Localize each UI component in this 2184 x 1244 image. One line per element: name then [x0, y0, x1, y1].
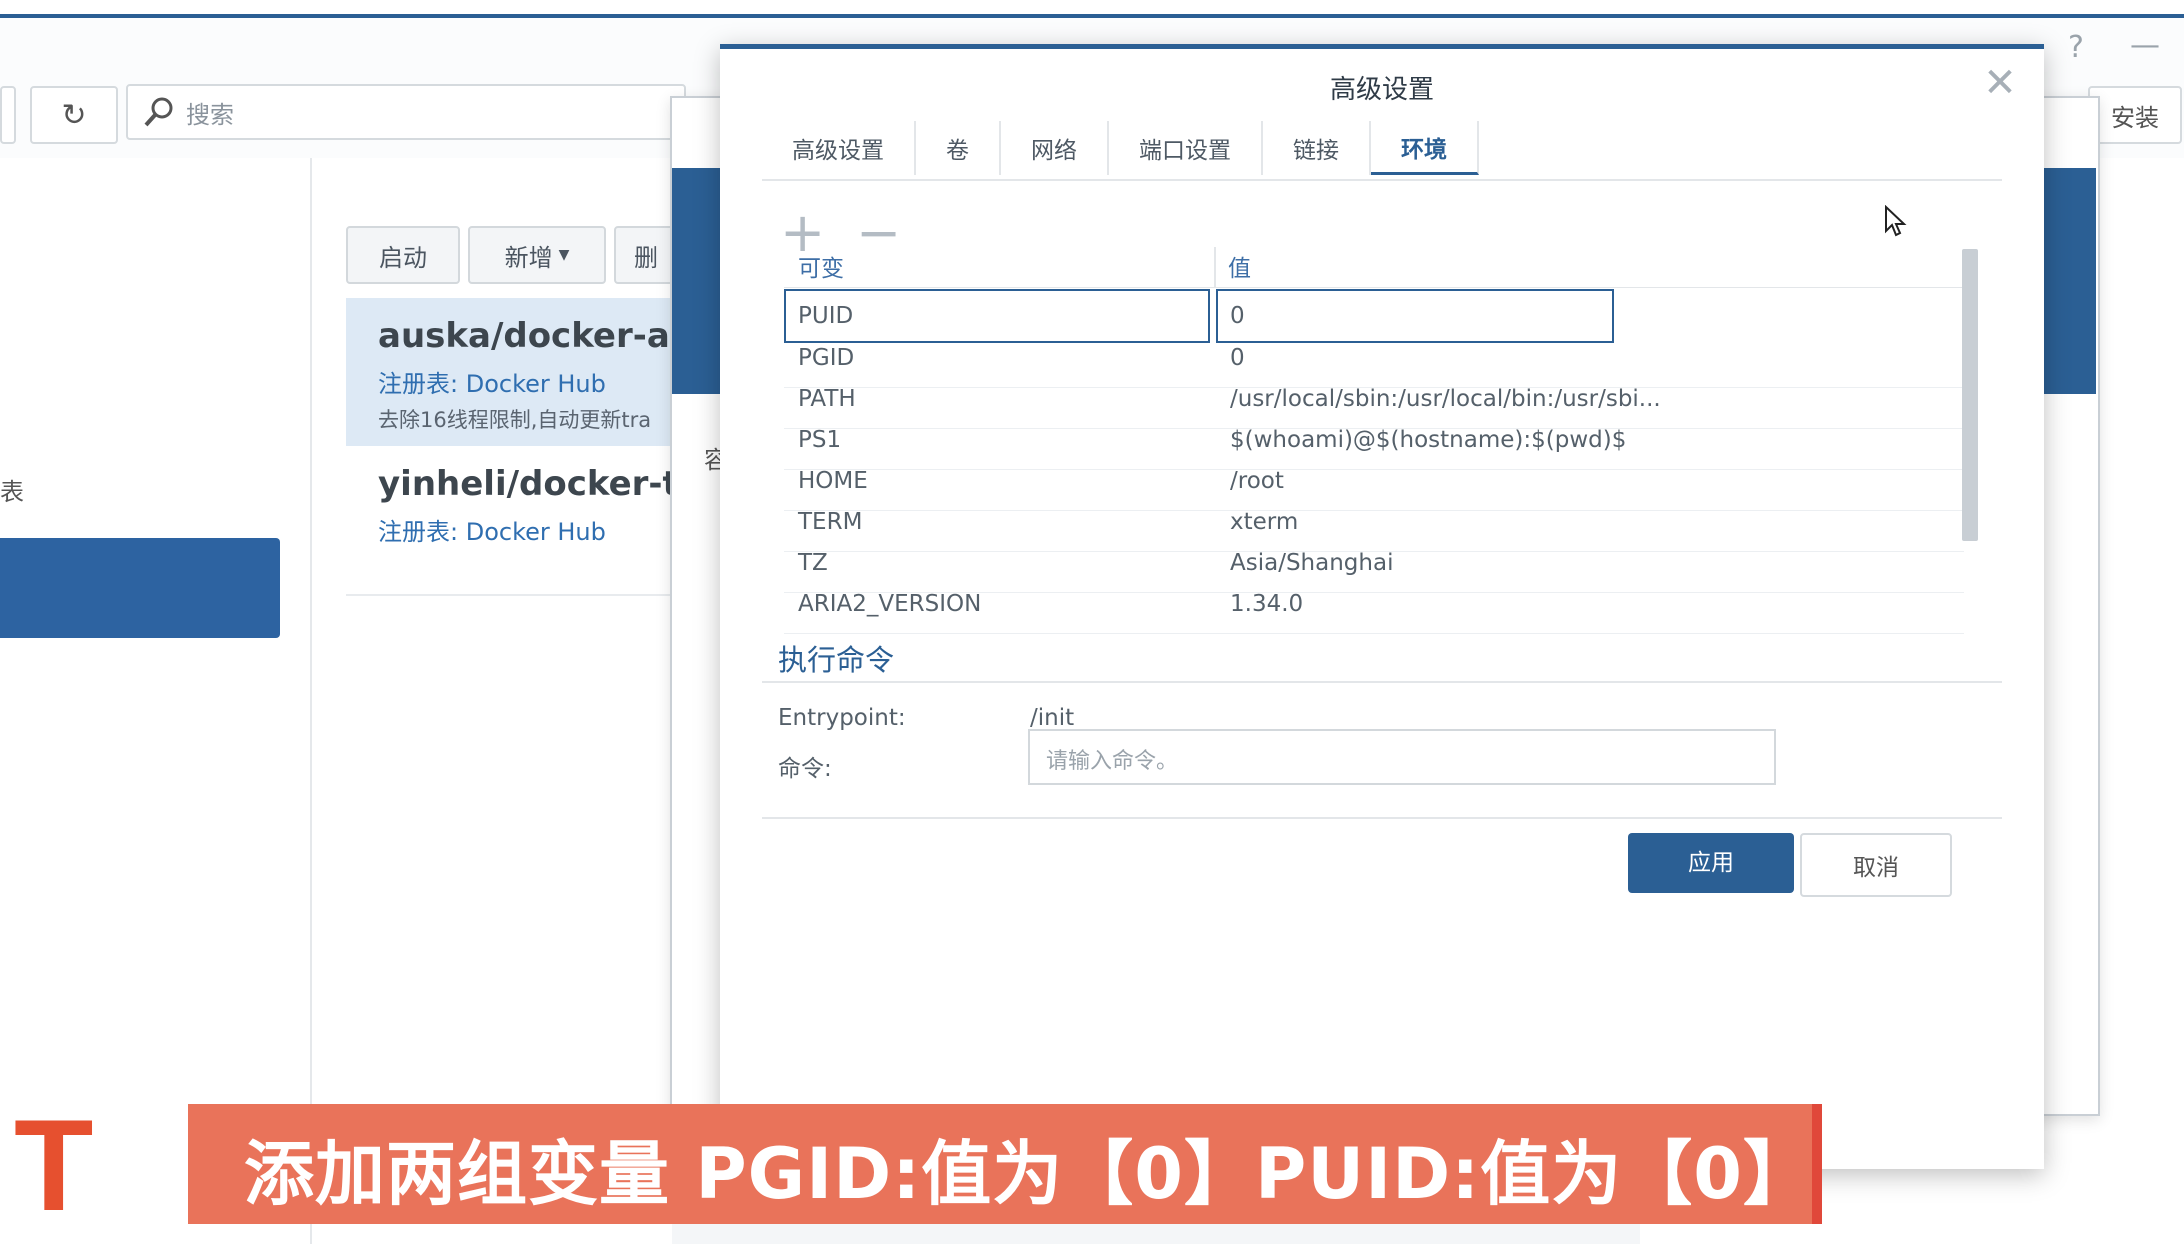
apply-button-label: 应用	[1688, 850, 1734, 876]
list-item[interactable]: yinheli/docker-th 注册表: Docker Hub	[346, 446, 676, 596]
env-key: PGID	[798, 345, 855, 371]
column-header-value[interactable]: 值	[1228, 249, 1251, 283]
footer-divider	[762, 817, 2002, 819]
tab-advanced[interactable]: 高级设置	[762, 121, 916, 175]
mouse-cursor-icon	[1885, 205, 1907, 237]
entrypoint-value: /init	[1030, 705, 1075, 731]
image-registry: 注册表: Docker Hub	[378, 370, 606, 398]
command-input[interactable]: 请输入命令。	[1028, 729, 1776, 785]
image-description: 去除16线程限制,自动更新tra	[378, 408, 652, 432]
sidebar-item-selected[interactable]	[0, 538, 280, 638]
chevron-down-icon: ▼	[558, 247, 570, 263]
search-icon	[144, 97, 173, 127]
top-bar	[0, 0, 2184, 18]
refresh-button[interactable]: ↻	[30, 86, 118, 144]
env-value: /root	[1230, 468, 1284, 494]
tab-network[interactable]: 网络	[1001, 121, 1109, 175]
advanced-settings-dialog: 高级设置 ✕ 高级设置 卷 网络 端口设置 链接 环境 + − 可变 值 PUI…	[720, 44, 2044, 1169]
tab-bar: 高级设置 卷 网络 端口设置 链接 环境	[762, 121, 1479, 177]
delete-button[interactable]: 删	[614, 226, 678, 284]
env-key: PATH	[798, 386, 856, 412]
section-divider	[762, 681, 2002, 683]
start-button[interactable]: 启动	[346, 226, 460, 284]
entrypoint-label: Entrypoint:	[778, 705, 906, 731]
dialog-title: 高级设置	[1329, 75, 1434, 105]
table-row[interactable]: ARIA2_VERSION 1.34.0	[784, 577, 1964, 634]
search-input[interactable]: 搜索	[126, 84, 686, 140]
env-value: 0	[1230, 345, 1245, 371]
caption-banner: 添加两组变量 PGID:值为【0】PUID:值为【0】	[188, 1104, 1822, 1224]
cancel-button[interactable]: 取消	[1800, 833, 1952, 897]
list-item[interactable]: auska/docker-ar 注册表: Docker Hub 去除16线程限制…	[346, 298, 676, 446]
logo-t: T	[14, 1092, 94, 1238]
env-key: HOME	[798, 468, 868, 494]
left-partial-label: 表	[0, 478, 24, 506]
column-divider	[1214, 247, 1216, 287]
install-button[interactable]: 安装	[2088, 86, 2182, 144]
env-table-header	[784, 245, 1964, 288]
close-icon[interactable]: ✕	[1982, 63, 2018, 103]
section-title: 执行命令	[778, 643, 895, 677]
env-value: /usr/local/sbin:/usr/local/bin:/usr/sbi.…	[1230, 386, 1661, 412]
add-button[interactable]: 新增 ▼	[468, 226, 606, 284]
column-header-variable[interactable]: 可变	[798, 249, 844, 283]
image-title: auska/docker-ar	[378, 316, 676, 356]
tab-port-settings[interactable]: 端口设置	[1109, 121, 1263, 175]
env-value: $(whoami)@$(hostname):$(pwd)$	[1230, 427, 1627, 453]
left-panel	[0, 158, 310, 1244]
image-registry: 注册表: Docker Hub	[378, 518, 606, 546]
help-icon[interactable]: ?	[2068, 30, 2084, 65]
image-title: yinheli/docker-th	[378, 464, 676, 504]
add-button-label: 新增	[504, 243, 553, 272]
tab-environment[interactable]: 环境	[1371, 121, 1479, 175]
env-value: 1.34.0	[1230, 591, 1304, 617]
env-value: Asia/Shanghai	[1230, 550, 1394, 576]
table-scrollbar[interactable]	[1962, 249, 1978, 541]
tab-links[interactable]: 链接	[1263, 121, 1371, 175]
env-key: ARIA2_VERSION	[798, 591, 982, 617]
minimize-icon[interactable]: —	[2130, 28, 2160, 63]
command-label: 命令:	[778, 756, 832, 782]
env-value: xterm	[1230, 509, 1299, 535]
tab-divider	[762, 179, 2002, 181]
refresh-icon: ↻	[61, 97, 87, 133]
tab-volume[interactable]: 卷	[916, 121, 1001, 175]
env-key: PS1	[798, 427, 842, 453]
back-button[interactable]	[0, 86, 16, 144]
env-key: TZ	[798, 550, 828, 576]
search-placeholder: 搜索	[186, 100, 234, 129]
apply-button[interactable]: 应用	[1628, 833, 1794, 893]
env-key: TERM	[798, 509, 863, 535]
caption-text: 添加两组变量 PGID:值为【0】PUID:值为【0】	[244, 1133, 1814, 1215]
